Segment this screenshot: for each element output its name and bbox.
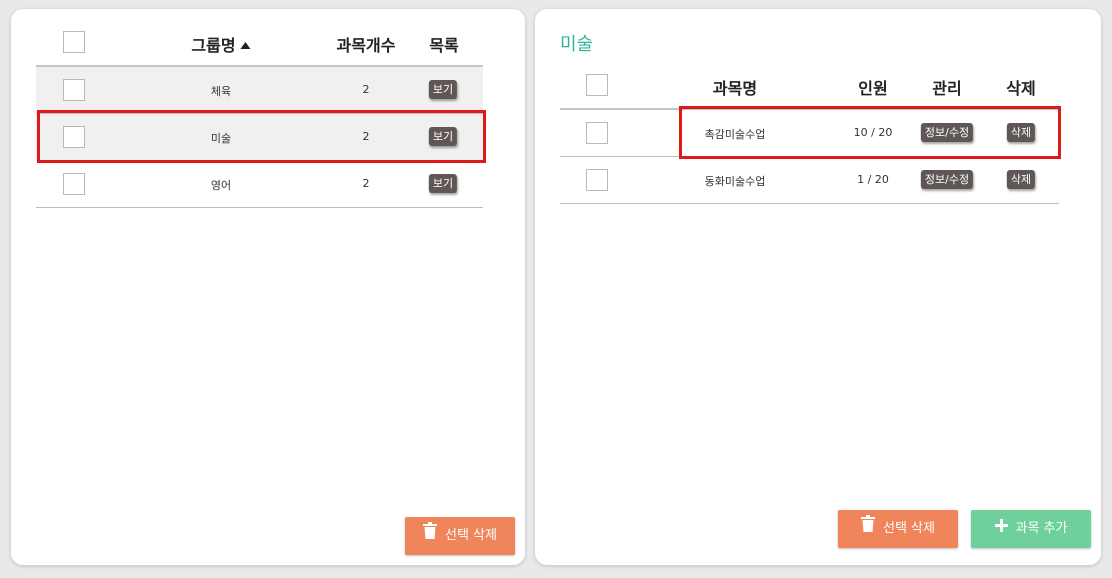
subject-count-cell: 2 bbox=[362, 83, 370, 96]
edit-info-button[interactable]: 정보/수정 bbox=[920, 170, 974, 189]
delete-subject-button[interactable]: 삭제 bbox=[1006, 170, 1036, 189]
row-divider bbox=[36, 207, 483, 208]
select-all-groups-checkbox[interactable] bbox=[63, 31, 85, 53]
panel-title: 미술 bbox=[560, 34, 594, 55]
delete-selected-subjects-button[interactable]: 선택 삭제 bbox=[838, 510, 958, 548]
subject-list-panel: 미술 과목명 인원 관리 삭제 촉감미술수업 10 / 20 정보/수정 삭제 … bbox=[535, 9, 1101, 565]
manage-header: 관리 bbox=[932, 79, 962, 98]
group-name-header[interactable]: 그룹명 bbox=[191, 32, 251, 56]
plus-icon bbox=[994, 510, 1008, 548]
delete-selected-groups-button[interactable]: 선택 삭제 bbox=[405, 517, 515, 555]
view-button[interactable]: 보기 bbox=[428, 80, 458, 99]
group-name-cell: 영어 bbox=[210, 179, 232, 192]
group-name-cell: 체육 bbox=[210, 85, 232, 98]
group-list-panel: 그룹명 과목개수 목록 체육 2 보기 미술 2 보기 영어 2 보기 선택 삭… bbox=[11, 9, 525, 565]
subject-name-cell: 동화미술수업 bbox=[704, 175, 766, 188]
subject-count-cell: 2 bbox=[362, 177, 370, 190]
table-row[interactable] bbox=[36, 67, 483, 113]
subject-name-header: 과목명 bbox=[712, 79, 758, 98]
group-row-checkbox[interactable] bbox=[63, 79, 85, 101]
delete-header: 삭제 bbox=[1006, 79, 1036, 98]
selected-row-highlight bbox=[679, 106, 1061, 159]
selected-row-highlight bbox=[37, 110, 486, 163]
trash-icon bbox=[423, 517, 437, 555]
subject-row-checkbox[interactable] bbox=[586, 169, 608, 191]
list-header: 목록 bbox=[429, 36, 459, 55]
row-divider bbox=[560, 203, 1059, 204]
subject-row-checkbox[interactable] bbox=[586, 122, 608, 144]
members-header: 인원 bbox=[858, 79, 888, 98]
sort-ascending-icon bbox=[240, 42, 251, 49]
select-all-subjects-checkbox[interactable] bbox=[586, 74, 608, 96]
add-subject-button[interactable]: 과목 추가 bbox=[971, 510, 1091, 548]
subject-count-header: 과목개수 bbox=[336, 36, 396, 55]
trash-icon bbox=[861, 510, 875, 548]
members-cell: 1 / 20 bbox=[857, 173, 889, 186]
view-button[interactable]: 보기 bbox=[428, 174, 458, 193]
group-row-checkbox[interactable] bbox=[63, 173, 85, 195]
